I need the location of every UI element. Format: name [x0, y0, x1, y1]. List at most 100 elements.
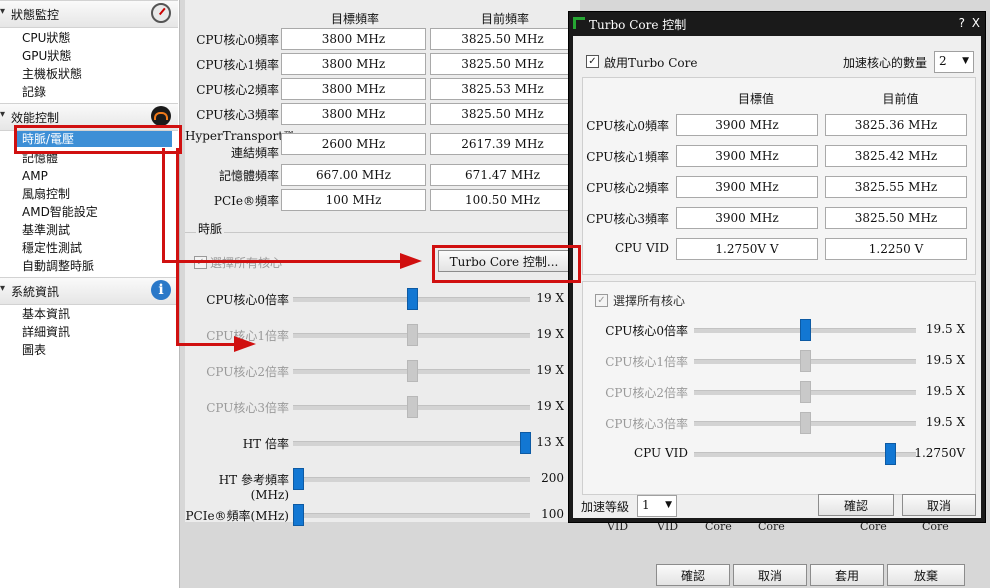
target-value: 3800 MHz: [281, 103, 426, 125]
slider-value: 19 X: [536, 327, 564, 341]
row-label-line2: 連結頻率: [230, 146, 279, 160]
row-label: CPU核心1頻率: [196, 58, 279, 72]
slider-value: 19.5 X: [925, 322, 965, 336]
column-header-current: 目前頻率: [480, 12, 529, 26]
enable-turbo-core-checkbox[interactable]: ✓: [586, 55, 599, 68]
nav-amp[interactable]: AMP: [22, 168, 48, 184]
close-icon[interactable]: X: [972, 16, 980, 30]
boost-cores-select[interactable]: 2 ▼: [934, 51, 974, 73]
slider-value: 19.5 X: [925, 415, 965, 429]
slider-thumb[interactable]: [293, 504, 304, 526]
target-value: 3900 MHz: [676, 207, 818, 229]
slider-thumb[interactable]: [884, 443, 896, 465]
clock-group-title: 時脈: [196, 220, 225, 237]
discard-button[interactable]: 放棄: [887, 564, 965, 586]
target-value: 3900 MHz: [676, 114, 818, 136]
cpu-vid-target-input[interactable]: 1.2750V V: [676, 238, 818, 260]
collapse-arrow-icon: ▾: [0, 6, 6, 17]
slider-label: CPU核心1倍率: [605, 355, 688, 369]
target-value: 3800 MHz: [281, 28, 426, 50]
section-title: 系統資訊: [11, 285, 60, 299]
status-monitor-header[interactable]: ▾ 狀態監控: [0, 0, 178, 28]
info-icon: i: [151, 280, 171, 300]
slider-label: HT 參考頻率(MHz): [218, 473, 289, 502]
nav-cpu-status[interactable]: CPU狀態: [22, 30, 70, 46]
slider-thumb[interactable]: [800, 319, 811, 341]
target-value: 3800 MHz: [281, 53, 426, 75]
slider-label: CPU核心2倍率: [206, 365, 289, 379]
target-value: 100 MHz: [281, 189, 426, 211]
nav-stability-test[interactable]: 穩定性測試: [22, 240, 82, 256]
select-all-cores-checkbox[interactable]: ✓: [595, 294, 608, 307]
nav-fan-control[interactable]: 風扇控制: [22, 186, 70, 202]
current-value: 3825.50 MHz: [430, 103, 575, 125]
current-value: 671.47 MHz: [430, 164, 575, 186]
slider-label: HT 倍率: [242, 437, 289, 451]
collapse-arrow-icon: ▾: [0, 283, 6, 294]
section-title: 效能控制: [11, 111, 60, 125]
row-label: CPU核心3頻率: [586, 212, 669, 226]
slider-track[interactable]: [694, 452, 916, 457]
slider-label: CPU核心3倍率: [605, 417, 688, 431]
nav-gpu-status[interactable]: GPU狀態: [22, 48, 71, 64]
turbo-frequency-panel: 目標值 目前值 CPU核心0頻率 3900 MHz 3825.36 MHz CP…: [582, 77, 976, 275]
ok-button[interactable]: 確認: [656, 564, 730, 586]
nav-log[interactable]: 記錄: [22, 84, 46, 100]
slider-label: CPU核心3倍率: [206, 401, 289, 415]
dialog-ok-button[interactable]: 確認: [818, 494, 894, 516]
column-header-target: 目標頻率: [330, 12, 379, 26]
annotation-line: [162, 260, 402, 263]
slider-track[interactable]: [293, 477, 530, 482]
annotation-line: [176, 343, 236, 346]
slider-thumb[interactable]: [406, 288, 418, 310]
nav-auto-clock[interactable]: 自動調整時脈: [22, 258, 94, 274]
cancel-button[interactable]: 取消: [733, 564, 807, 586]
row-label: 記憶體頻率: [218, 169, 279, 183]
nav-detailed-info[interactable]: 詳細資訊: [22, 324, 70, 340]
nav-charts[interactable]: 圖表: [22, 342, 46, 358]
slider-thumb[interactable]: [293, 468, 304, 490]
slider-label: PCIe®頻率(MHz): [185, 509, 289, 523]
chevron-down-icon: ▼: [665, 500, 672, 510]
apply-button[interactable]: 套用: [810, 564, 884, 586]
dialog-title-bar[interactable]: Turbo Core 控制 ? X: [569, 12, 985, 36]
slider-track[interactable]: [293, 441, 530, 446]
slider-thumb: [406, 396, 418, 418]
boost-cores-value: 2: [939, 54, 947, 68]
enable-turbo-core-label: 啟用Turbo Core: [604, 56, 698, 70]
current-value: 100.50 MHz: [430, 189, 575, 211]
row-label: CPU核心0頻率: [586, 119, 669, 133]
slider-label: CPU核心0倍率: [206, 293, 289, 307]
boost-level-label: 加速等級: [581, 500, 630, 514]
slider-value: 1.2750V: [914, 446, 965, 460]
help-icon[interactable]: ?: [959, 16, 965, 30]
column-header-target: 目標值: [737, 92, 774, 106]
dialog-cancel-button[interactable]: 取消: [902, 494, 976, 516]
current-value: 1.2250 V: [825, 238, 967, 260]
slider-thumb: [800, 381, 811, 403]
row-label: CPU核心2頻率: [196, 83, 279, 97]
slider-track[interactable]: [293, 513, 530, 518]
row-label: CPU核心1頻率: [586, 150, 669, 164]
row-label: CPU核心3頻率: [196, 108, 279, 122]
slider-value: 19 X: [536, 399, 564, 413]
boost-level-select[interactable]: 1 ▼: [637, 495, 677, 517]
target-value: 667.00 MHz: [281, 164, 426, 186]
boost-level-value: 1: [642, 498, 650, 512]
dialog-body: ✓ 啟用Turbo Core 加速核心的數量 2 ▼ 目標值 目前值 CPU核心…: [573, 36, 981, 518]
current-value: 3825.53 MHz: [430, 78, 575, 100]
annotation-highlight-box: [14, 125, 182, 154]
row-label: CPU核心0頻率: [196, 33, 279, 47]
system-info-header[interactable]: ▾ 系統資訊 i: [0, 277, 178, 305]
nav-basic-info[interactable]: 基本資訊: [22, 306, 70, 322]
target-value: 3900 MHz: [676, 145, 818, 167]
nav-motherboard-status[interactable]: 主機板狀態: [22, 66, 82, 82]
slider-value: 19.5 X: [925, 384, 965, 398]
current-value: 3825.50 MHz: [430, 28, 575, 50]
nav-benchmark[interactable]: 基準測試: [22, 222, 70, 238]
nav-amd-smart-profiles[interactable]: AMD智能設定: [22, 204, 98, 220]
slider-thumb: [800, 412, 811, 434]
annotation-line: [162, 148, 165, 261]
row-label: CPU VID: [615, 241, 669, 255]
current-value: 2617.39 MHz: [430, 133, 575, 155]
